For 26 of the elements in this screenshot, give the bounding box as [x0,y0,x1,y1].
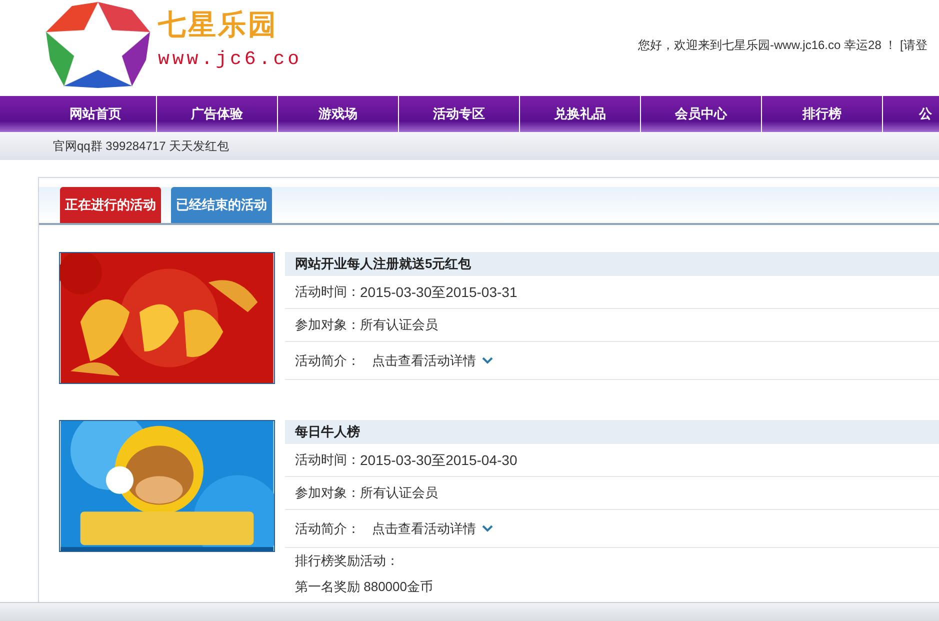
details-link[interactable]: 点击查看活动详情 [372,350,476,370]
field-label: 活动时间： [295,451,360,470]
tab[interactable]: 正在进行的活动 [60,187,161,223]
star-logo-icon [42,0,154,88]
detail-text: 第一名奖励 880000金币 [295,578,433,596]
activity-title: 网站开业每人注册就送5元红包 [295,255,472,274]
chevron-down-icon [482,357,493,364]
activity-time: 2015-03-30至2015-03-31 [360,282,518,302]
activity-time: 2015-03-30至2015-04-30 [360,450,518,470]
notice-text: 官网qq群 399284717 天天发红包 [53,138,230,155]
detail-text: 排行榜奖励活动： [295,552,399,570]
activity-title: 每日牛人榜 [295,423,360,442]
chevron-down-icon [482,525,493,532]
field-label: 参加对象： [295,484,360,502]
logo-title: 七星乐园 [158,10,279,39]
field-label: 活动时间： [295,283,360,302]
welcome-text: 您好，欢迎来到七星乐园-www.jc16.co 幸运28 ！ [请登 [638,37,928,54]
field-label: 活动简介： [295,352,360,370]
tab[interactable]: 已经结束的活动 [171,187,272,223]
activity-target: 所有认证会员 [360,484,438,502]
activity-target: 所有认证会员 [360,316,438,334]
details-link[interactable]: 点击查看活动详情 [372,518,476,538]
field-label: 活动简介： [295,520,360,538]
nav-item[interactable]: 网站首页 [35,96,156,132]
logo-url: www.jc6.co [158,46,302,72]
field-label: 参加对象： [295,316,360,334]
